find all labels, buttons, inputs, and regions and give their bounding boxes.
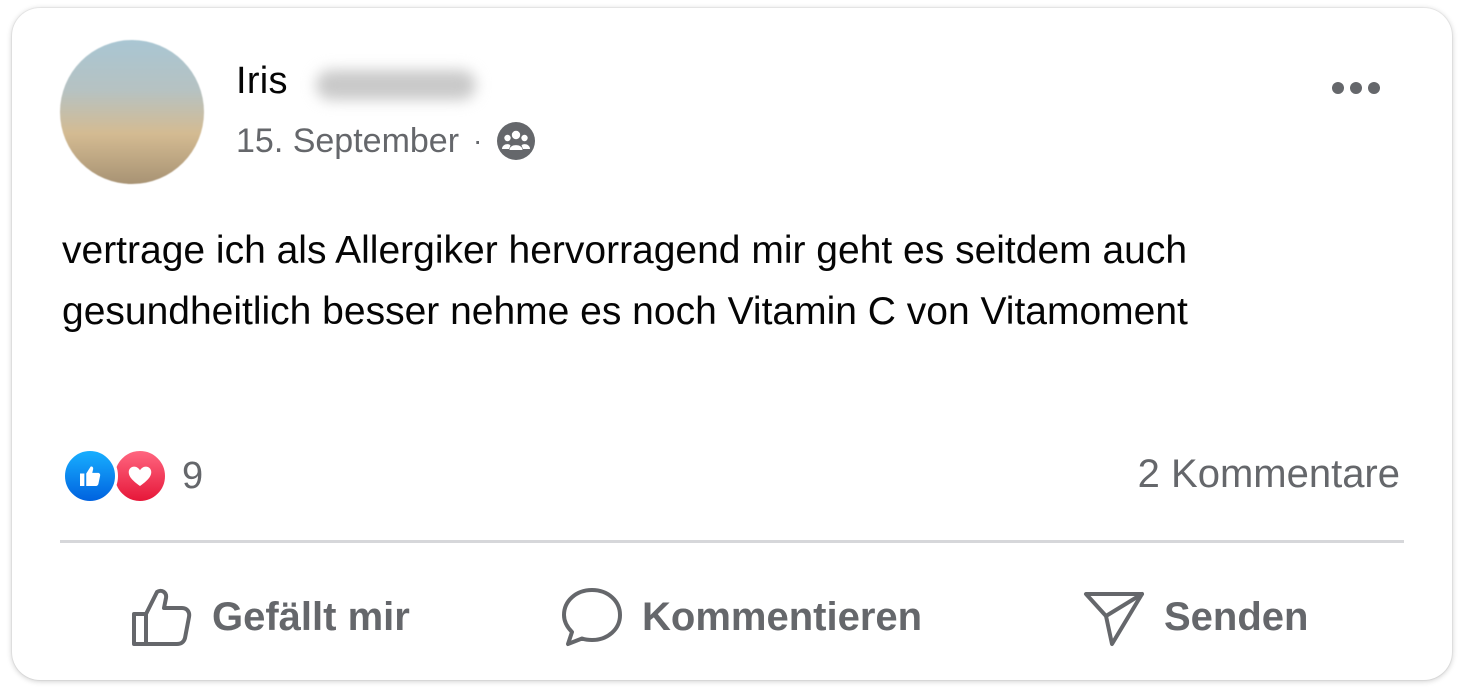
send-icon	[1084, 592, 1144, 646]
love-reaction-icon	[112, 448, 168, 504]
like-button-label: Gefällt mir	[212, 594, 410, 639]
more-dot-icon	[1332, 82, 1344, 94]
like-button[interactable]: Gefällt mir	[130, 582, 410, 652]
more-dot-icon	[1350, 82, 1362, 94]
send-button[interactable]: Senden	[1082, 582, 1308, 652]
reaction-count: 9	[182, 454, 204, 497]
comments-count-link[interactable]: 2 Kommentare	[1138, 452, 1400, 497]
reactions-summary[interactable]: 9	[62, 446, 203, 506]
post-text: vertrage ich als Allergiker hervorragend…	[62, 229, 1188, 333]
like-reaction-icon	[62, 448, 118, 504]
comment-button-label: Kommentieren	[642, 594, 923, 639]
more-options-button[interactable]	[1324, 68, 1388, 108]
more-dot-icon	[1368, 82, 1380, 94]
post-card: Iris 15. September · vertrage ich als Al…	[12, 8, 1452, 680]
group-icon	[496, 121, 536, 161]
redacted-surname	[316, 70, 476, 100]
avatar[interactable]	[60, 40, 204, 184]
send-button-label: Senden	[1164, 594, 1309, 639]
comment-bubble-icon	[562, 588, 622, 646]
divider	[60, 540, 1404, 543]
meta-separator: ·	[473, 125, 483, 156]
comment-button[interactable]: Kommentieren	[560, 582, 922, 652]
post-meta: 15. September ·	[236, 121, 536, 161]
thumbs-up-icon	[132, 588, 192, 646]
author-name[interactable]: Iris	[236, 60, 288, 103]
post-date[interactable]: 15. September	[236, 122, 459, 161]
